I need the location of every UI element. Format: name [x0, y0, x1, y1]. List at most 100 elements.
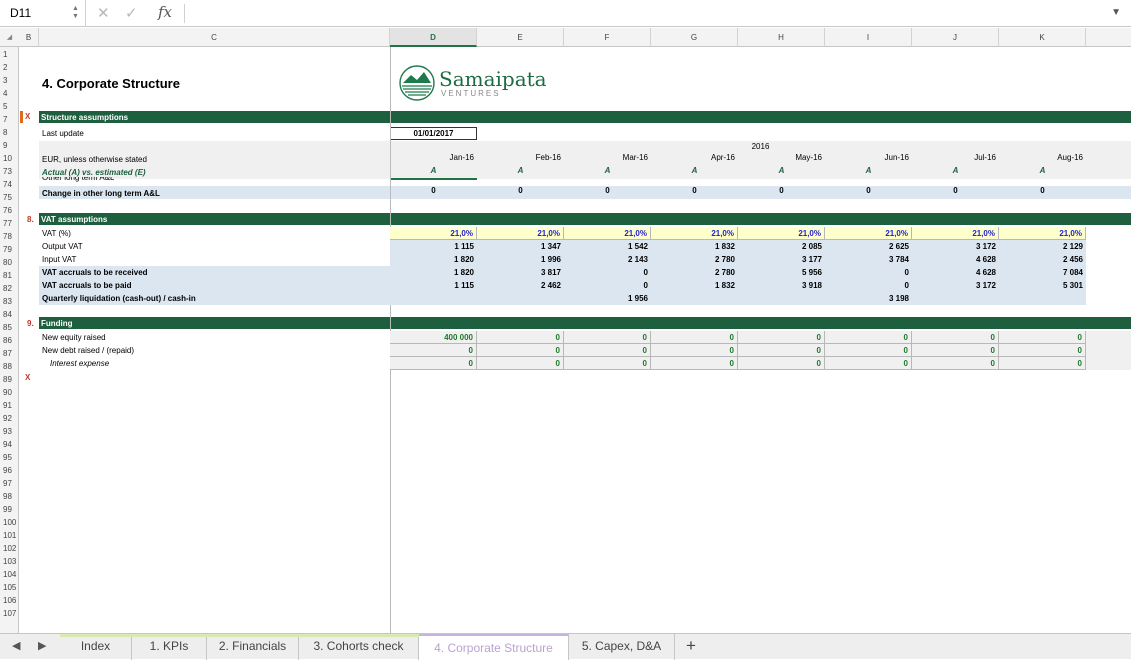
row-header[interactable]: 103	[0, 555, 19, 568]
row-header[interactable]: 84	[0, 308, 19, 321]
value-cell[interactable]: 5 301	[999, 279, 1086, 292]
value-cell[interactable]: A	[912, 166, 999, 179]
tab-2[interactable]: 2. Financials	[207, 634, 299, 660]
add-sheet-button[interactable]: +	[686, 636, 696, 656]
row-header[interactable]: 88	[0, 360, 19, 373]
value-cell[interactable]: 2 085	[738, 240, 825, 253]
row-header[interactable]: 74	[0, 178, 19, 191]
tab-index[interactable]: Index	[60, 634, 132, 660]
value-cell[interactable]: 0	[912, 344, 999, 357]
row-header[interactable]: 85	[0, 321, 19, 334]
value-cell[interactable]: 0	[999, 186, 1086, 199]
col-header-j[interactable]: J	[912, 28, 999, 47]
row-header[interactable]: 10	[0, 152, 19, 165]
row-header[interactable]: 3	[0, 74, 19, 87]
value-cell[interactable]: May-16	[738, 153, 825, 166]
row-header[interactable]: 86	[0, 334, 19, 347]
col-header-i[interactable]: I	[825, 28, 912, 47]
value-cell[interactable]: 0	[564, 186, 651, 199]
value-cell[interactable]: 1 832	[651, 240, 738, 253]
value-cell[interactable]: 3 817	[477, 266, 564, 279]
value-cell[interactable]: 0	[738, 331, 825, 344]
value-cell[interactable]: 21,0%	[477, 227, 564, 240]
value-cell[interactable]: 0	[738, 357, 825, 370]
overflow-cell[interactable]	[1086, 227, 1131, 240]
value-cell[interactable]: 0	[912, 186, 999, 199]
value-cell[interactable]: 3 172	[912, 240, 999, 253]
value-cell[interactable]: 21,0%	[564, 227, 651, 240]
overflow-cell[interactable]	[1086, 292, 1131, 305]
overflow-cell[interactable]	[1086, 279, 1131, 292]
value-cell[interactable]: 0	[564, 331, 651, 344]
col-header-d[interactable]: D	[390, 28, 477, 47]
check-icon[interactable]: ✓	[125, 4, 138, 22]
overflow-cell[interactable]	[1086, 253, 1131, 266]
value-cell[interactable]: Aug-16	[999, 153, 1086, 166]
value-cell[interactable]: 2 129	[999, 240, 1086, 253]
value-cell[interactable]: 3 177	[738, 253, 825, 266]
value-cell[interactable]: 3 918	[738, 279, 825, 292]
tab-next-icon[interactable]: ▶	[38, 639, 46, 652]
row-header[interactable]: 78	[0, 230, 19, 243]
row-header[interactable]: 99	[0, 503, 19, 516]
row-header[interactable]: 82	[0, 282, 19, 295]
value-cell[interactable]: 1 542	[564, 240, 651, 253]
value-cell[interactable]: 0	[564, 266, 651, 279]
col-header-b[interactable]: B	[19, 28, 39, 47]
value-cell[interactable]: 2 780	[651, 253, 738, 266]
value-cell[interactable]: 0	[825, 331, 912, 344]
value-cell[interactable]: 400 000	[390, 331, 477, 344]
value-cell[interactable]: 0	[738, 186, 825, 199]
value-cell[interactable]: 0	[477, 344, 564, 357]
value-cell[interactable]: A	[564, 166, 651, 179]
row-header[interactable]: 107	[0, 607, 19, 620]
row-header[interactable]: 5	[0, 100, 19, 113]
overflow-cell[interactable]	[1086, 344, 1131, 357]
overflow-cell[interactable]	[1086, 186, 1131, 199]
formula-expand-icon[interactable]: ▼	[1111, 7, 1121, 18]
value-cell[interactable]: 0	[912, 357, 999, 370]
value-cell[interactable]: A	[825, 166, 912, 179]
col-header-next[interactable]	[1086, 28, 1131, 47]
value-cell[interactable]: Apr-16	[651, 153, 738, 166]
value-cell[interactable]: 0	[651, 344, 738, 357]
row-header[interactable]: 87	[0, 347, 19, 360]
row-header[interactable]: 100	[0, 516, 19, 529]
value-cell[interactable]: 5 956	[738, 266, 825, 279]
row-header[interactable]: 2	[0, 61, 19, 74]
row-header[interactable]: 79	[0, 243, 19, 256]
row-header[interactable]: 7	[0, 113, 19, 126]
value-cell[interactable]: 3 784	[825, 253, 912, 266]
value-cell[interactable]: 0	[651, 331, 738, 344]
value-cell[interactable]: 0	[477, 186, 564, 199]
value-cell[interactable]: 7 084	[999, 266, 1086, 279]
value-cell[interactable]: 21,0%	[738, 227, 825, 240]
value-cell[interactable]: 1 820	[390, 253, 477, 266]
value-cell[interactable]: Mar-16	[564, 153, 651, 166]
name-box-spinner-icon[interactable]: ▲ ▼	[72, 5, 79, 21]
row-header[interactable]: 1	[0, 48, 19, 61]
row-header[interactable]: 97	[0, 477, 19, 490]
overflow-cell[interactable]	[1086, 266, 1131, 279]
value-cell[interactable]	[999, 292, 1086, 305]
value-cell[interactable]	[738, 292, 825, 305]
row-header[interactable]: 106	[0, 594, 19, 607]
value-cell[interactable]: Jul-16	[912, 153, 999, 166]
last-update-value[interactable]: 01/01/2017	[390, 127, 477, 140]
row-header[interactable]: 101	[0, 529, 19, 542]
value-cell[interactable]: 21,0%	[999, 227, 1086, 240]
row-header[interactable]: 104	[0, 568, 19, 581]
value-cell[interactable]: 0	[825, 357, 912, 370]
row-header[interactable]: 9	[0, 139, 19, 152]
value-cell[interactable]: 4 628	[912, 253, 999, 266]
col-header-f[interactable]: F	[564, 28, 651, 47]
value-cell[interactable]: 0	[477, 331, 564, 344]
tab-prev-icon[interactable]: ◀	[12, 639, 20, 652]
row-header[interactable]: 91	[0, 399, 19, 412]
value-cell[interactable]: 21,0%	[651, 227, 738, 240]
value-cell[interactable]: 2 462	[477, 279, 564, 292]
value-cell[interactable]: 2 780	[651, 266, 738, 279]
tab-1[interactable]: 1. KPIs	[132, 634, 207, 660]
overflow-cell[interactable]	[1086, 166, 1131, 179]
value-cell[interactable]: 0	[999, 344, 1086, 357]
